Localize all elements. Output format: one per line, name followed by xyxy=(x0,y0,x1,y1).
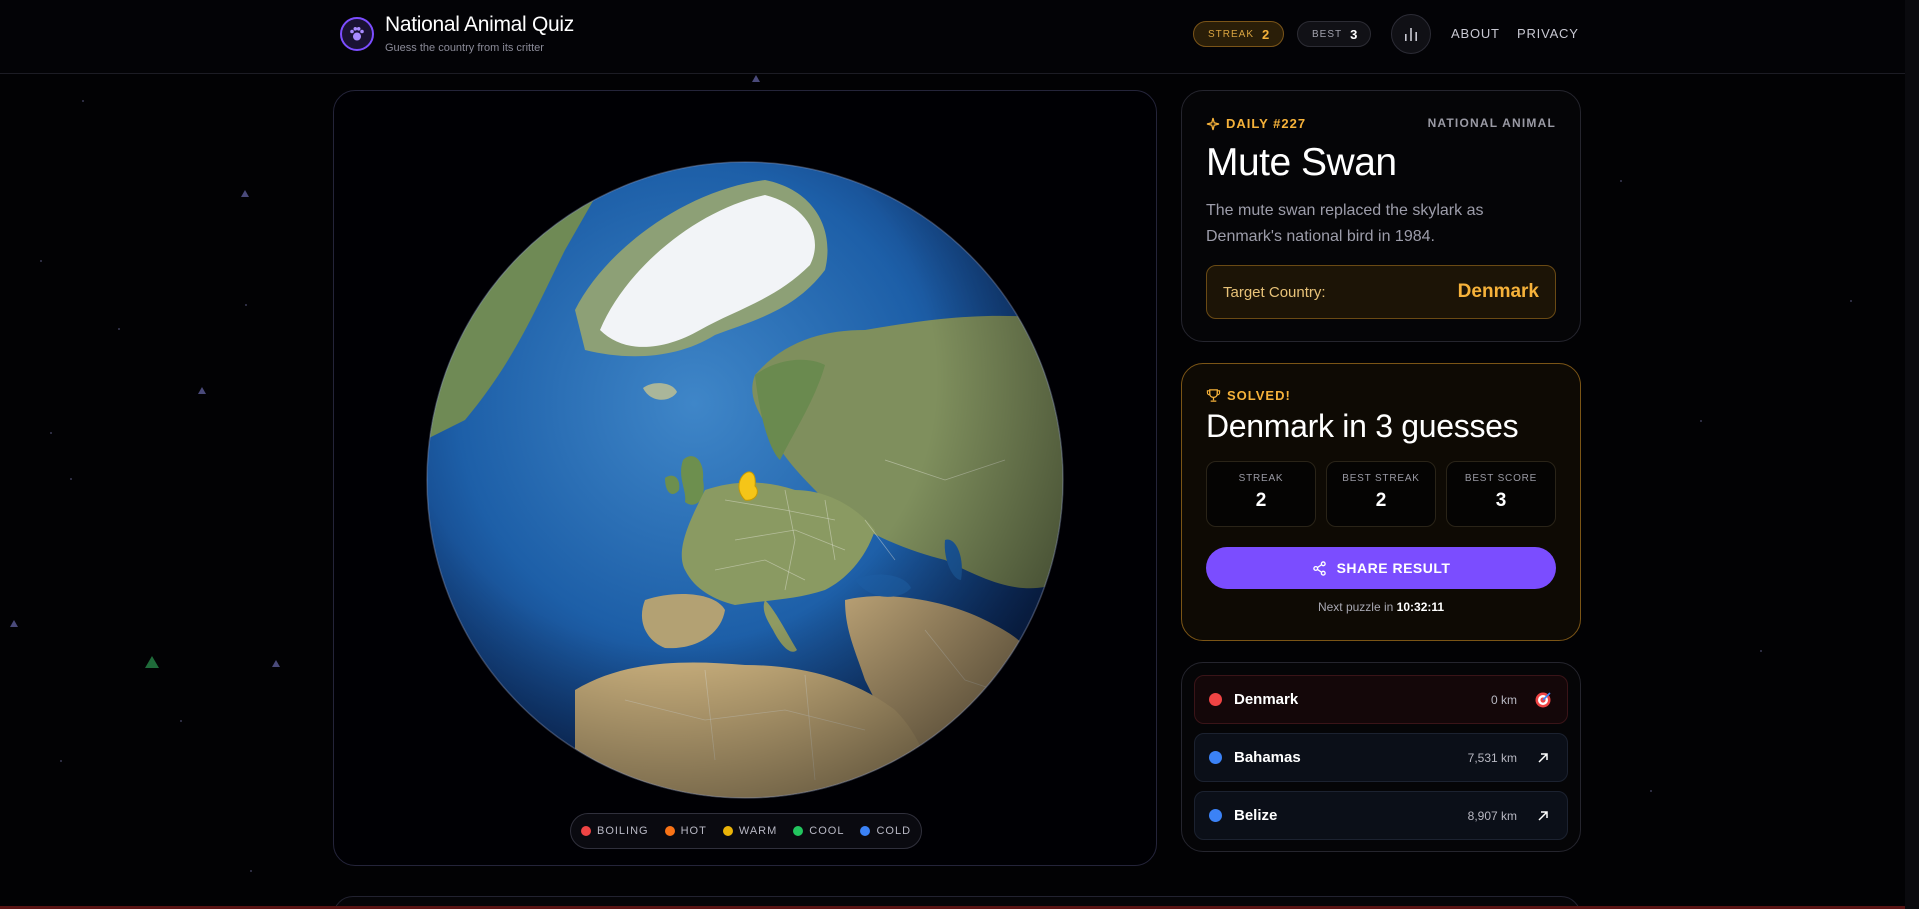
daily-label: DAILY #227 xyxy=(1206,116,1306,131)
best-value: 3 xyxy=(1350,26,1358,42)
arrow-up-right-icon xyxy=(1533,806,1553,826)
category-label: NATIONAL ANIMAL xyxy=(1427,116,1556,130)
stats-button[interactable] xyxy=(1391,14,1431,54)
temperature-dot xyxy=(1209,751,1222,764)
legend-item-cold: COLD xyxy=(860,825,911,837)
guess-distance: 0 km xyxy=(1490,692,1517,707)
temperature-dot xyxy=(1209,693,1222,706)
animal-fact: The mute swan replaced the skylark as De… xyxy=(1206,202,1484,245)
guess-country: Bahamas xyxy=(1234,749,1301,766)
legend-item-boiling: BOILING xyxy=(580,825,649,837)
guess-distance: 7,531 km xyxy=(1467,750,1517,765)
globe[interactable] xyxy=(425,160,1065,800)
guess-country: Belize xyxy=(1234,807,1278,824)
arrow-up-right-icon xyxy=(1533,748,1553,768)
stat-best-score: BEST SCORE 3 xyxy=(1446,461,1556,527)
target-icon xyxy=(1533,690,1553,710)
guess-country: Denmark xyxy=(1234,691,1299,708)
app-title: National Animal Quiz xyxy=(385,13,574,36)
app-header: National Animal Quiz Guess the country f… xyxy=(0,0,1919,74)
guess-row: Belize 8,907 km xyxy=(1194,791,1568,840)
solved-label: SOLVED! xyxy=(1206,388,1291,403)
guess-list: Denmark 0 km Bahamas 7,531 km Belize 8,9… xyxy=(1181,662,1581,852)
streak-label: STREAK xyxy=(1208,28,1255,40)
streak-value: 2 xyxy=(1262,26,1270,42)
legend-item-cool: COOL xyxy=(793,825,844,837)
target-country-box: Target Country: Denmark xyxy=(1206,265,1556,319)
legend-item-hot: HOT xyxy=(664,825,707,837)
app-subtitle: Guess the country from its critter xyxy=(385,42,544,54)
paw-logo-icon[interactable] xyxy=(340,17,374,51)
nav-about-link[interactable]: ABOUT xyxy=(1451,26,1500,41)
nav-privacy-link[interactable]: PRIVACY xyxy=(1517,26,1579,41)
legend-item-warm: WARM xyxy=(722,825,777,837)
temperature-legend: BOILING HOT WARM COOL COLD xyxy=(570,813,922,849)
sparkle-icon xyxy=(1206,117,1220,130)
temperature-dot xyxy=(1209,809,1222,822)
trophy-icon xyxy=(1206,389,1221,402)
result-title: Denmark in 3 guesses xyxy=(1206,408,1519,444)
share-icon xyxy=(1312,560,1326,576)
share-result-button[interactable]: SHARE RESULT xyxy=(1206,547,1556,589)
globe-panel: BOILING HOT WARM COOL COLD xyxy=(333,90,1157,866)
stat-best-streak: BEST STREAK 2 xyxy=(1326,461,1436,527)
guess-distance: 8,907 km xyxy=(1467,808,1517,823)
next-puzzle-timer: Next puzzle in 10:32:11 xyxy=(1317,600,1445,614)
bar-chart-icon xyxy=(1405,28,1417,41)
target-country-label: Target Country: xyxy=(1223,283,1326,301)
puzzle-info-card: DAILY #227 NATIONAL ANIMAL Mute Swan The… xyxy=(1181,90,1581,342)
animal-name: Mute Swan xyxy=(1206,141,1397,184)
scrollbar[interactable] xyxy=(1905,0,1919,909)
target-country-value: Denmark xyxy=(1457,281,1539,302)
guess-row: Denmark 0 km xyxy=(1194,675,1568,724)
best-label: BEST xyxy=(1312,28,1343,40)
guess-row: Bahamas 7,531 km xyxy=(1194,733,1568,782)
best-badge: BEST 3 xyxy=(1297,21,1371,47)
result-card: SOLVED! Denmark in 3 guesses STREAK 2 BE… xyxy=(1181,363,1581,641)
stat-streak: STREAK 2 xyxy=(1206,461,1316,527)
streak-badge: STREAK 2 xyxy=(1193,21,1284,47)
